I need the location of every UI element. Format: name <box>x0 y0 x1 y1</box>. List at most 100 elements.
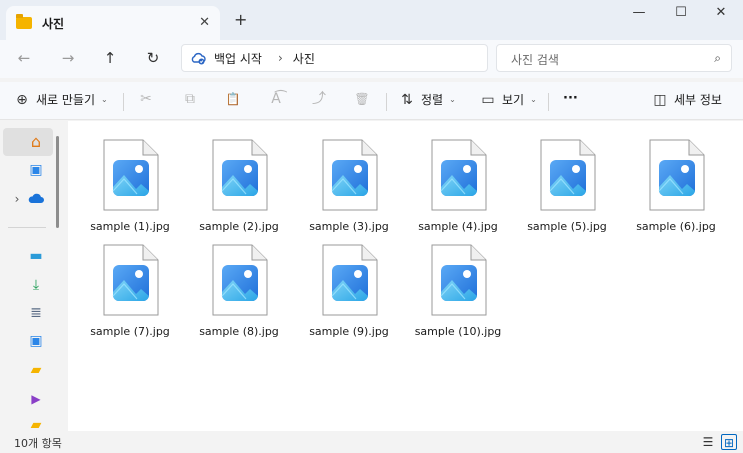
image-file-icon <box>103 244 159 316</box>
desktop-icon: ▬ <box>29 248 43 264</box>
video-icon: ▶ <box>31 392 41 406</box>
minimize-button[interactable]: — <box>624 5 654 25</box>
navigation-pane: ⌂ ▣ › ▬ ⤓ ≣ ▣ ▰ ▶ ▰ <box>0 121 68 431</box>
tab-close-icon[interactable]: ✕ <box>199 15 210 30</box>
new-tab-button[interactable]: + <box>234 10 247 29</box>
search-box[interactable]: 사진 검색 ⌕ <box>496 44 732 72</box>
sidebar-scrollbar[interactable] <box>56 136 59 228</box>
share-icon: ⤴ <box>312 91 326 107</box>
close-window-button[interactable]: ✕ <box>706 5 736 25</box>
chevron-down-icon: ⌄ <box>530 95 537 104</box>
file-item[interactable]: sample (2).jpg <box>189 127 289 233</box>
cut-icon: ✂ <box>140 91 152 107</box>
maximize-button[interactable]: ☐ <box>666 5 696 25</box>
navigation-bar: ← → ↑ ↻ 백업 시작 › 사진 사진 검색 ⌕ <box>0 40 743 78</box>
sidebar-item-gallery[interactable]: ▣ <box>3 156 53 184</box>
paste-button[interactable]: 📋 <box>225 91 241 107</box>
details-label: 세부 정보 <box>674 93 722 107</box>
file-name: sample (7).jpg <box>90 325 170 338</box>
image-file-icon <box>431 244 487 316</box>
rename-button[interactable]: A͡ <box>268 91 284 107</box>
back-button[interactable]: ← <box>12 47 36 69</box>
image-file-icon <box>322 139 378 211</box>
new-button[interactable]: ⊕ 새로 만들기 ⌄ <box>14 91 108 108</box>
file-item[interactable]: sample (9).jpg <box>299 232 399 338</box>
new-label: 새로 만들기 <box>36 93 96 107</box>
up-button[interactable]: ↑ <box>98 47 122 69</box>
search-placeholder: 사진 검색 <box>511 53 559 67</box>
view-label: 보기 <box>502 93 525 107</box>
breadcrumb-root[interactable]: 백업 시작 <box>214 50 262 67</box>
delete-button[interactable]: 🗑 <box>354 91 370 107</box>
command-bar: ⊕ 새로 만들기 ⌄ ✂ ⧉ 📋 A͡ ⤴ 🗑 ⇅ 정렬 ⌄ ▭ 보기 ⌄ ··… <box>0 82 743 120</box>
folder-icon: ▰ <box>30 362 42 378</box>
file-list: sample (1).jpg sample (2).jpg sample (3).j… <box>68 121 743 431</box>
sort-button[interactable]: ⇅ 정렬 ⌄ <box>399 91 456 108</box>
chevron-down-icon: ⌄ <box>449 95 456 104</box>
home-icon: ⌂ <box>30 132 42 151</box>
image-file-icon <box>212 139 268 211</box>
chevron-down-icon: ⌄ <box>101 95 108 104</box>
sidebar-item-folder[interactable]: ▰ <box>3 356 53 384</box>
file-item[interactable]: sample (4).jpg <box>408 127 508 233</box>
image-file-icon <box>431 139 487 211</box>
sidebar-item-onedrive[interactable]: › <box>3 185 53 213</box>
forward-button[interactable]: → <box>56 47 80 69</box>
sidebar-item-home[interactable]: ⌂ <box>3 128 53 156</box>
sidebar-item-videos[interactable]: ▶ <box>3 385 53 413</box>
list-view-icon[interactable]: ☰ <box>700 434 716 450</box>
file-item[interactable]: sample (7).jpg <box>80 232 180 338</box>
sort-icon: ⇅ <box>401 91 413 108</box>
more-icon: ··· <box>563 91 578 106</box>
view-button[interactable]: ▭ 보기 ⌄ <box>480 91 537 108</box>
sidebar-item-desktop[interactable]: ▬ <box>3 242 53 270</box>
trash-icon: 🗑 <box>354 92 370 106</box>
divider <box>386 93 387 111</box>
tab-title: 사진 <box>42 16 65 31</box>
divider <box>123 93 124 111</box>
file-item[interactable]: sample (1).jpg <box>80 127 180 233</box>
details-pane-icon: ◫ <box>653 91 667 108</box>
grid-view-icon[interactable]: ⊞ <box>721 434 737 450</box>
search-icon: ⌕ <box>714 51 721 65</box>
view-icon: ▭ <box>481 91 495 108</box>
details-button[interactable]: ◫ 세부 정보 <box>652 91 722 108</box>
image-file-icon <box>212 244 268 316</box>
file-name: sample (5).jpg <box>527 220 607 233</box>
download-icon: ⤓ <box>32 277 40 293</box>
file-name: sample (6).jpg <box>636 220 716 233</box>
file-item[interactable]: sample (6).jpg <box>626 127 726 233</box>
image-file-icon <box>649 139 705 211</box>
expand-chevron-icon[interactable]: › <box>9 191 25 207</box>
refresh-button[interactable]: ↻ <box>141 47 165 69</box>
more-options-button[interactable]: ··· <box>563 91 578 106</box>
pictures-icon: ▣ <box>29 333 43 349</box>
sidebar-item-documents[interactable]: ≣ <box>3 299 53 327</box>
gallery-icon: ▣ <box>29 162 43 178</box>
address-bar[interactable]: 백업 시작 › 사진 <box>181 44 488 72</box>
sidebar-item-pictures[interactable]: ▣ <box>3 327 53 355</box>
file-item[interactable]: sample (5).jpg <box>517 127 617 233</box>
status-bar: 10개 항목 ☰ ⊞ <box>0 431 743 453</box>
image-file-icon <box>103 139 159 211</box>
folder-icon: ▰ <box>30 417 42 431</box>
file-item[interactable]: sample (10).jpg <box>408 232 508 338</box>
breadcrumb-separator-icon[interactable]: › <box>278 51 283 65</box>
sidebar-item-downloads[interactable]: ⤓ <box>3 271 53 299</box>
cut-button[interactable]: ✂ <box>138 91 154 107</box>
file-name: sample (8).jpg <box>199 325 279 338</box>
file-name: sample (9).jpg <box>309 325 389 338</box>
sidebar-item-folder[interactable]: ▰ <box>3 413 53 431</box>
image-file-icon <box>322 244 378 316</box>
divider <box>548 93 549 111</box>
file-item[interactable]: sample (3).jpg <box>299 127 399 233</box>
share-button[interactable]: ⤴ <box>311 91 327 107</box>
file-item[interactable]: sample (8).jpg <box>189 232 289 338</box>
copy-icon: ⧉ <box>185 91 195 107</box>
paste-icon: 📋 <box>225 92 241 106</box>
image-file-icon <box>540 139 596 211</box>
breadcrumb-current[interactable]: 사진 <box>293 50 315 67</box>
copy-button[interactable]: ⧉ <box>182 91 198 107</box>
tab-photos[interactable]: 사진 ✕ <box>6 6 220 40</box>
file-name: sample (10).jpg <box>414 325 502 338</box>
